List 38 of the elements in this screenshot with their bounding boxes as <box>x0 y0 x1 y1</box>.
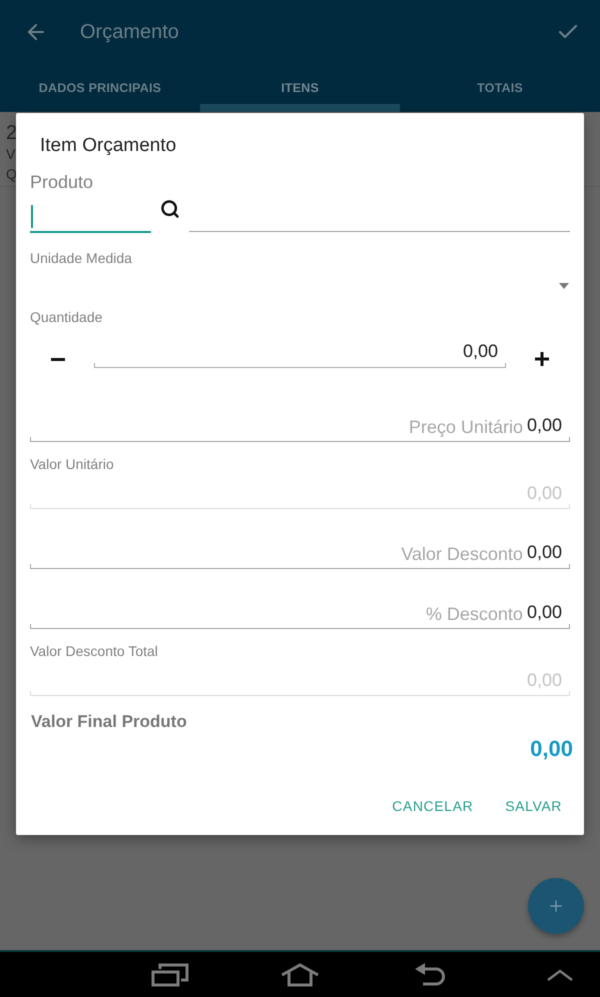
field-value: 0,00 <box>526 602 562 624</box>
dialog-title: Item Orçamento <box>39 134 176 158</box>
dropdown-arrow-icon[interactable] <box>559 283 569 289</box>
input-field[interactable]: Valor Desconto 0,00 <box>30 530 570 569</box>
input-field[interactable]: Preço Unitário 0,00 <box>30 403 570 442</box>
recent-apps-icon <box>151 962 189 986</box>
field-label: Valor Desconto Total <box>30 643 158 659</box>
field-label: Produto <box>30 171 94 193</box>
back-arrow-icon <box>415 962 445 986</box>
field-value: 0,00 <box>526 542 562 564</box>
list-item-text: 2 <box>6 122 18 144</box>
field-label: Valor Unitário <box>30 456 114 472</box>
text-cursor <box>31 205 33 228</box>
total-label: Valor Final Produto <box>30 711 187 733</box>
field-value: 0,00 <box>526 415 562 437</box>
total-value: 0,00 <box>530 735 573 763</box>
field-label: Quantidade <box>30 309 102 325</box>
field-value: 0,00 <box>526 670 562 692</box>
chevron-up-icon <box>547 968 573 980</box>
screen-title: Orçamento <box>80 20 179 44</box>
tab[interactable]: DADOS PRINCIPAIS <box>0 64 200 112</box>
field-label: Unidade Medida <box>30 250 132 266</box>
search-icon <box>160 199 180 219</box>
list-item-text: V <box>6 145 16 164</box>
minus-icon <box>51 358 65 360</box>
quantity-field[interactable]: 0,00 <box>94 326 506 368</box>
field-hint: Valor Desconto <box>401 543 523 565</box>
dialog-button[interactable]: CANCELAR <box>384 788 482 824</box>
input-field[interactable]: % Desconto 0,00 <box>30 590 570 629</box>
plus-icon <box>547 897 565 915</box>
field-hint: % Desconto <box>426 603 523 625</box>
list-item-text: Q <box>6 165 17 184</box>
tab[interactable]: TOTAIS <box>400 64 600 112</box>
field-value: 0,00 <box>526 483 562 505</box>
field-hint: Preço Unitário <box>408 416 523 438</box>
plus-icon <box>535 352 549 366</box>
dialog-button[interactable]: SALVAR <box>497 788 570 824</box>
home-icon <box>281 962 319 986</box>
